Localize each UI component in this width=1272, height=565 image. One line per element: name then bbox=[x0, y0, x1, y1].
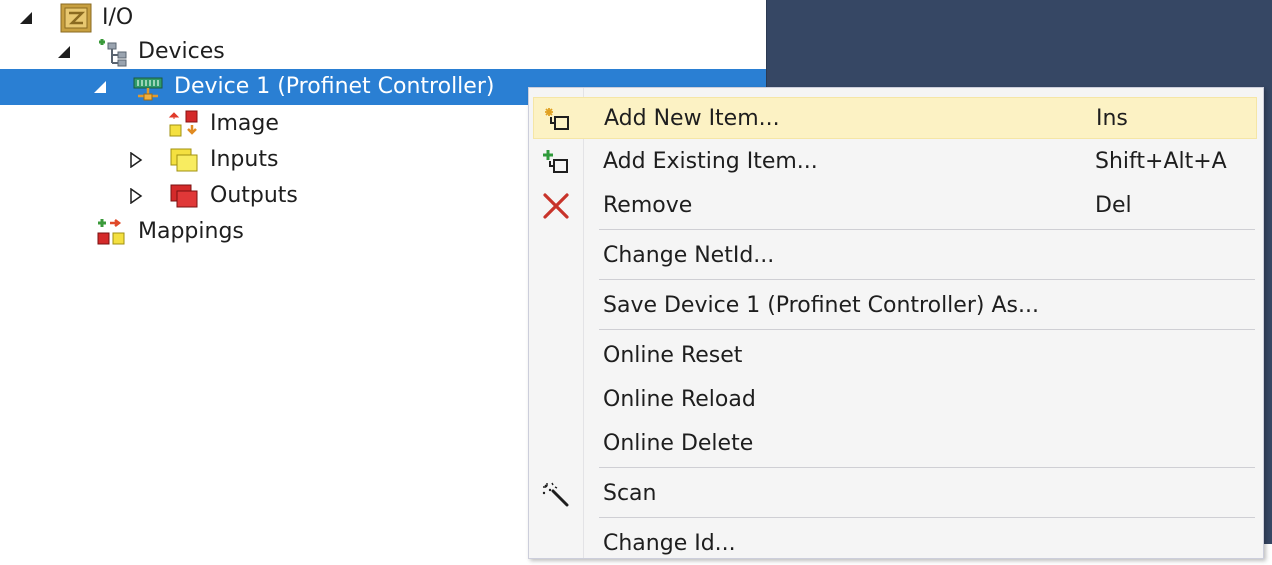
collapsed-triangle-icon[interactable] bbox=[128, 152, 144, 168]
tree-node-devices[interactable]: Devices bbox=[0, 34, 766, 70]
menu-item-online-reload[interactable]: Online Reload bbox=[533, 379, 1257, 421]
tree-node-label: Outputs bbox=[210, 183, 298, 208]
devices-icon bbox=[96, 37, 128, 67]
menu-item-label: Add Existing Item... bbox=[603, 149, 818, 174]
menu-item-change-netid[interactable]: Change NetId... bbox=[533, 235, 1257, 277]
menu-item-remove[interactable]: Remove Del bbox=[533, 185, 1257, 227]
menu-item-save-device-as[interactable]: Save Device 1 (Profinet Controller) As..… bbox=[533, 285, 1257, 327]
menu-item-add-new-item[interactable]: Add New Item... Ins bbox=[533, 97, 1257, 139]
tree-node-label: I/O bbox=[102, 5, 134, 30]
tree-node-io[interactable]: I/O bbox=[0, 0, 766, 36]
image-icon bbox=[168, 109, 200, 139]
collapsed-triangle-icon[interactable] bbox=[128, 188, 144, 204]
tree-node-label: Mappings bbox=[138, 219, 244, 244]
menu-separator bbox=[599, 229, 1255, 230]
menu-item-label: Change Id... bbox=[603, 531, 736, 556]
expanded-triangle-icon[interactable] bbox=[56, 44, 72, 60]
menu-item-change-id[interactable]: Change Id... bbox=[533, 523, 1257, 565]
menu-item-shortcut: Del bbox=[1095, 193, 1132, 218]
io-folder-icon bbox=[60, 3, 92, 33]
menu-item-label: Online Reload bbox=[603, 387, 756, 412]
menu-item-online-reset[interactable]: Online Reset bbox=[533, 335, 1257, 377]
menu-item-label: Online Reset bbox=[603, 343, 743, 368]
menu-separator bbox=[599, 517, 1255, 518]
add-existing-item-icon bbox=[541, 149, 571, 175]
remove-icon bbox=[541, 193, 571, 219]
context-menu: Add New Item... Ins Add Existing Item...… bbox=[528, 87, 1264, 559]
menu-item-label: Scan bbox=[603, 481, 657, 506]
expanded-triangle-icon[interactable] bbox=[18, 10, 34, 26]
menu-separator bbox=[599, 279, 1255, 280]
outputs-icon bbox=[168, 181, 200, 211]
menu-item-label: Add New Item... bbox=[604, 106, 780, 131]
mappings-icon bbox=[96, 217, 128, 247]
menu-item-label: Remove bbox=[603, 193, 693, 218]
inputs-icon bbox=[168, 145, 200, 175]
scan-wand-icon bbox=[541, 481, 571, 507]
menu-item-label: Online Delete bbox=[603, 431, 754, 456]
add-new-item-icon bbox=[542, 106, 572, 132]
menu-item-shortcut: Ins bbox=[1096, 106, 1128, 131]
menu-item-shortcut: Shift+Alt+A bbox=[1095, 149, 1227, 174]
menu-item-label: Change NetId... bbox=[603, 243, 775, 268]
menu-item-label: Save Device 1 (Profinet Controller) As..… bbox=[603, 293, 1039, 318]
tree-node-label: Device 1 (Profinet Controller) bbox=[174, 74, 495, 99]
menu-separator bbox=[599, 329, 1255, 330]
tree-node-label: Inputs bbox=[210, 147, 279, 172]
menu-item-scan[interactable]: Scan bbox=[533, 473, 1257, 515]
menu-item-add-existing-item[interactable]: Add Existing Item... Shift+Alt+A bbox=[533, 141, 1257, 183]
expanded-triangle-icon[interactable] bbox=[92, 79, 108, 95]
profinet-device-icon bbox=[132, 72, 164, 102]
menu-item-online-delete[interactable]: Online Delete bbox=[533, 423, 1257, 465]
tree-node-label: Devices bbox=[138, 39, 225, 64]
tree-node-label: Image bbox=[210, 111, 279, 136]
menu-separator bbox=[599, 467, 1255, 468]
